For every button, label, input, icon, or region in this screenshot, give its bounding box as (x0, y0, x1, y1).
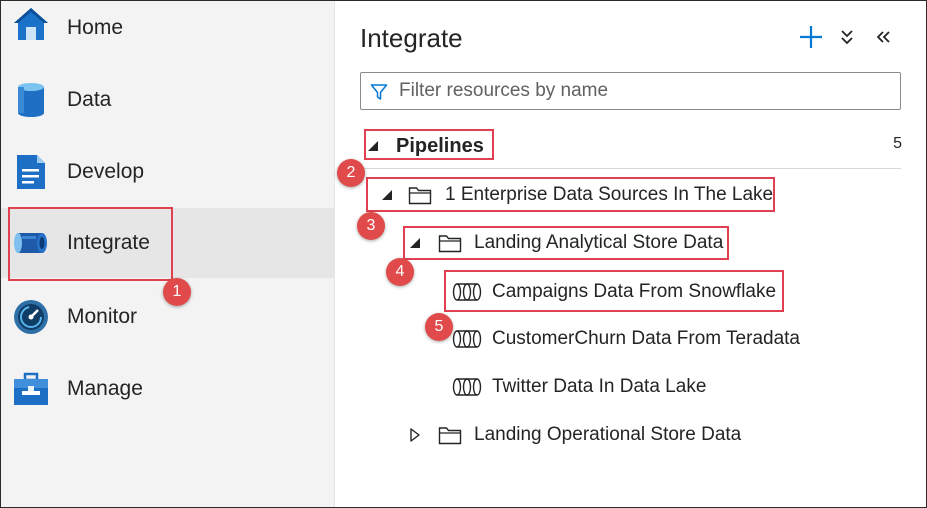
expanded-caret-icon (408, 236, 422, 250)
tree-folder-landing-operational[interactable]: Landing Operational Store Data (404, 415, 764, 455)
sidebar-item-manage[interactable]: Manage (1, 354, 335, 424)
double-chevron-left-icon (876, 31, 890, 43)
tree-item-label: Landing Operational Store Data (474, 424, 742, 445)
tree-pipeline-customerchurn[interactable]: CustomerChurn Data From Teradata (452, 319, 812, 359)
collapse-all-button[interactable] (833, 23, 861, 51)
sidebar-item-integrate[interactable]: Integrate (1, 208, 335, 278)
database-icon (18, 83, 44, 117)
integrate-panel: Integrate Pipelines 5 (336, 1, 926, 507)
expanded-caret-icon (366, 139, 380, 153)
sidebar-item-label: Data (67, 88, 112, 111)
step-badge-5: 5 (425, 313, 453, 341)
document-icon (17, 155, 45, 189)
filter-input[interactable] (399, 73, 894, 109)
double-chevron-down-icon (841, 30, 853, 45)
page-title: Integrate (360, 23, 463, 53)
pipeline-item-icon (452, 378, 482, 396)
tree-item-label: Campaigns Data From Snowflake (492, 281, 777, 302)
plus-icon (800, 26, 822, 48)
folder-icon (438, 427, 462, 445)
step-badge-2: 2 (337, 159, 365, 187)
step-badge-1: 1 (163, 278, 191, 306)
home-icon (14, 8, 48, 40)
step-badge-3: 3 (357, 212, 385, 240)
tree-folder-landing-analytical[interactable]: Landing Analytical Store Data (404, 223, 734, 263)
pipeline-icon (14, 233, 47, 253)
tree-item-label: 1 Enterprise Data Sources In The Lake (445, 184, 774, 205)
tree-item-label: CustomerChurn Data From Teradata (492, 328, 800, 349)
sidebar-item-develop[interactable]: Develop (1, 137, 335, 207)
section-pipelines[interactable]: Pipelines (360, 126, 660, 166)
add-button[interactable] (797, 23, 825, 51)
step-badge-4: 4 (386, 258, 414, 286)
folder-icon (408, 187, 432, 205)
sidebar: Home Data Develop Integrate Monitor Mana… (1, 1, 335, 507)
pipeline-item-icon (452, 330, 482, 348)
filter-icon (370, 84, 388, 100)
tree-folder-enterprise[interactable]: 1 Enterprise Data Sources In The Lake (376, 175, 776, 215)
section-label: Pipelines (396, 134, 484, 157)
folder-icon (438, 235, 462, 253)
gauge-icon (14, 300, 48, 334)
pipelines-count: 5 (893, 135, 902, 152)
tree-item-label: Twitter Data In Data Lake (492, 376, 707, 397)
divider (360, 168, 901, 169)
sidebar-item-data[interactable]: Data (1, 65, 335, 135)
sidebar-item-label: Develop (67, 160, 145, 183)
sidebar-item-label: Monitor (67, 305, 138, 328)
tree-pipeline-twitter[interactable]: Twitter Data In Data Lake (452, 367, 782, 407)
sidebar-item-label: Home (67, 16, 124, 39)
collapsed-caret-icon (408, 428, 422, 442)
filter-box (360, 72, 901, 110)
sidebar-item-label: Integrate (67, 231, 150, 254)
sidebar-item-label: Manage (67, 377, 143, 400)
tree-pipeline-campaigns[interactable]: Campaigns Data From Snowflake (452, 272, 782, 312)
toolbox-icon (14, 372, 48, 405)
pipeline-item-icon (452, 283, 482, 301)
expanded-caret-icon (380, 188, 394, 202)
collapse-panel-button[interactable] (869, 23, 897, 51)
sidebar-item-home[interactable]: Home (1, 0, 335, 63)
tree-item-label: Landing Analytical Store Data (474, 232, 724, 253)
